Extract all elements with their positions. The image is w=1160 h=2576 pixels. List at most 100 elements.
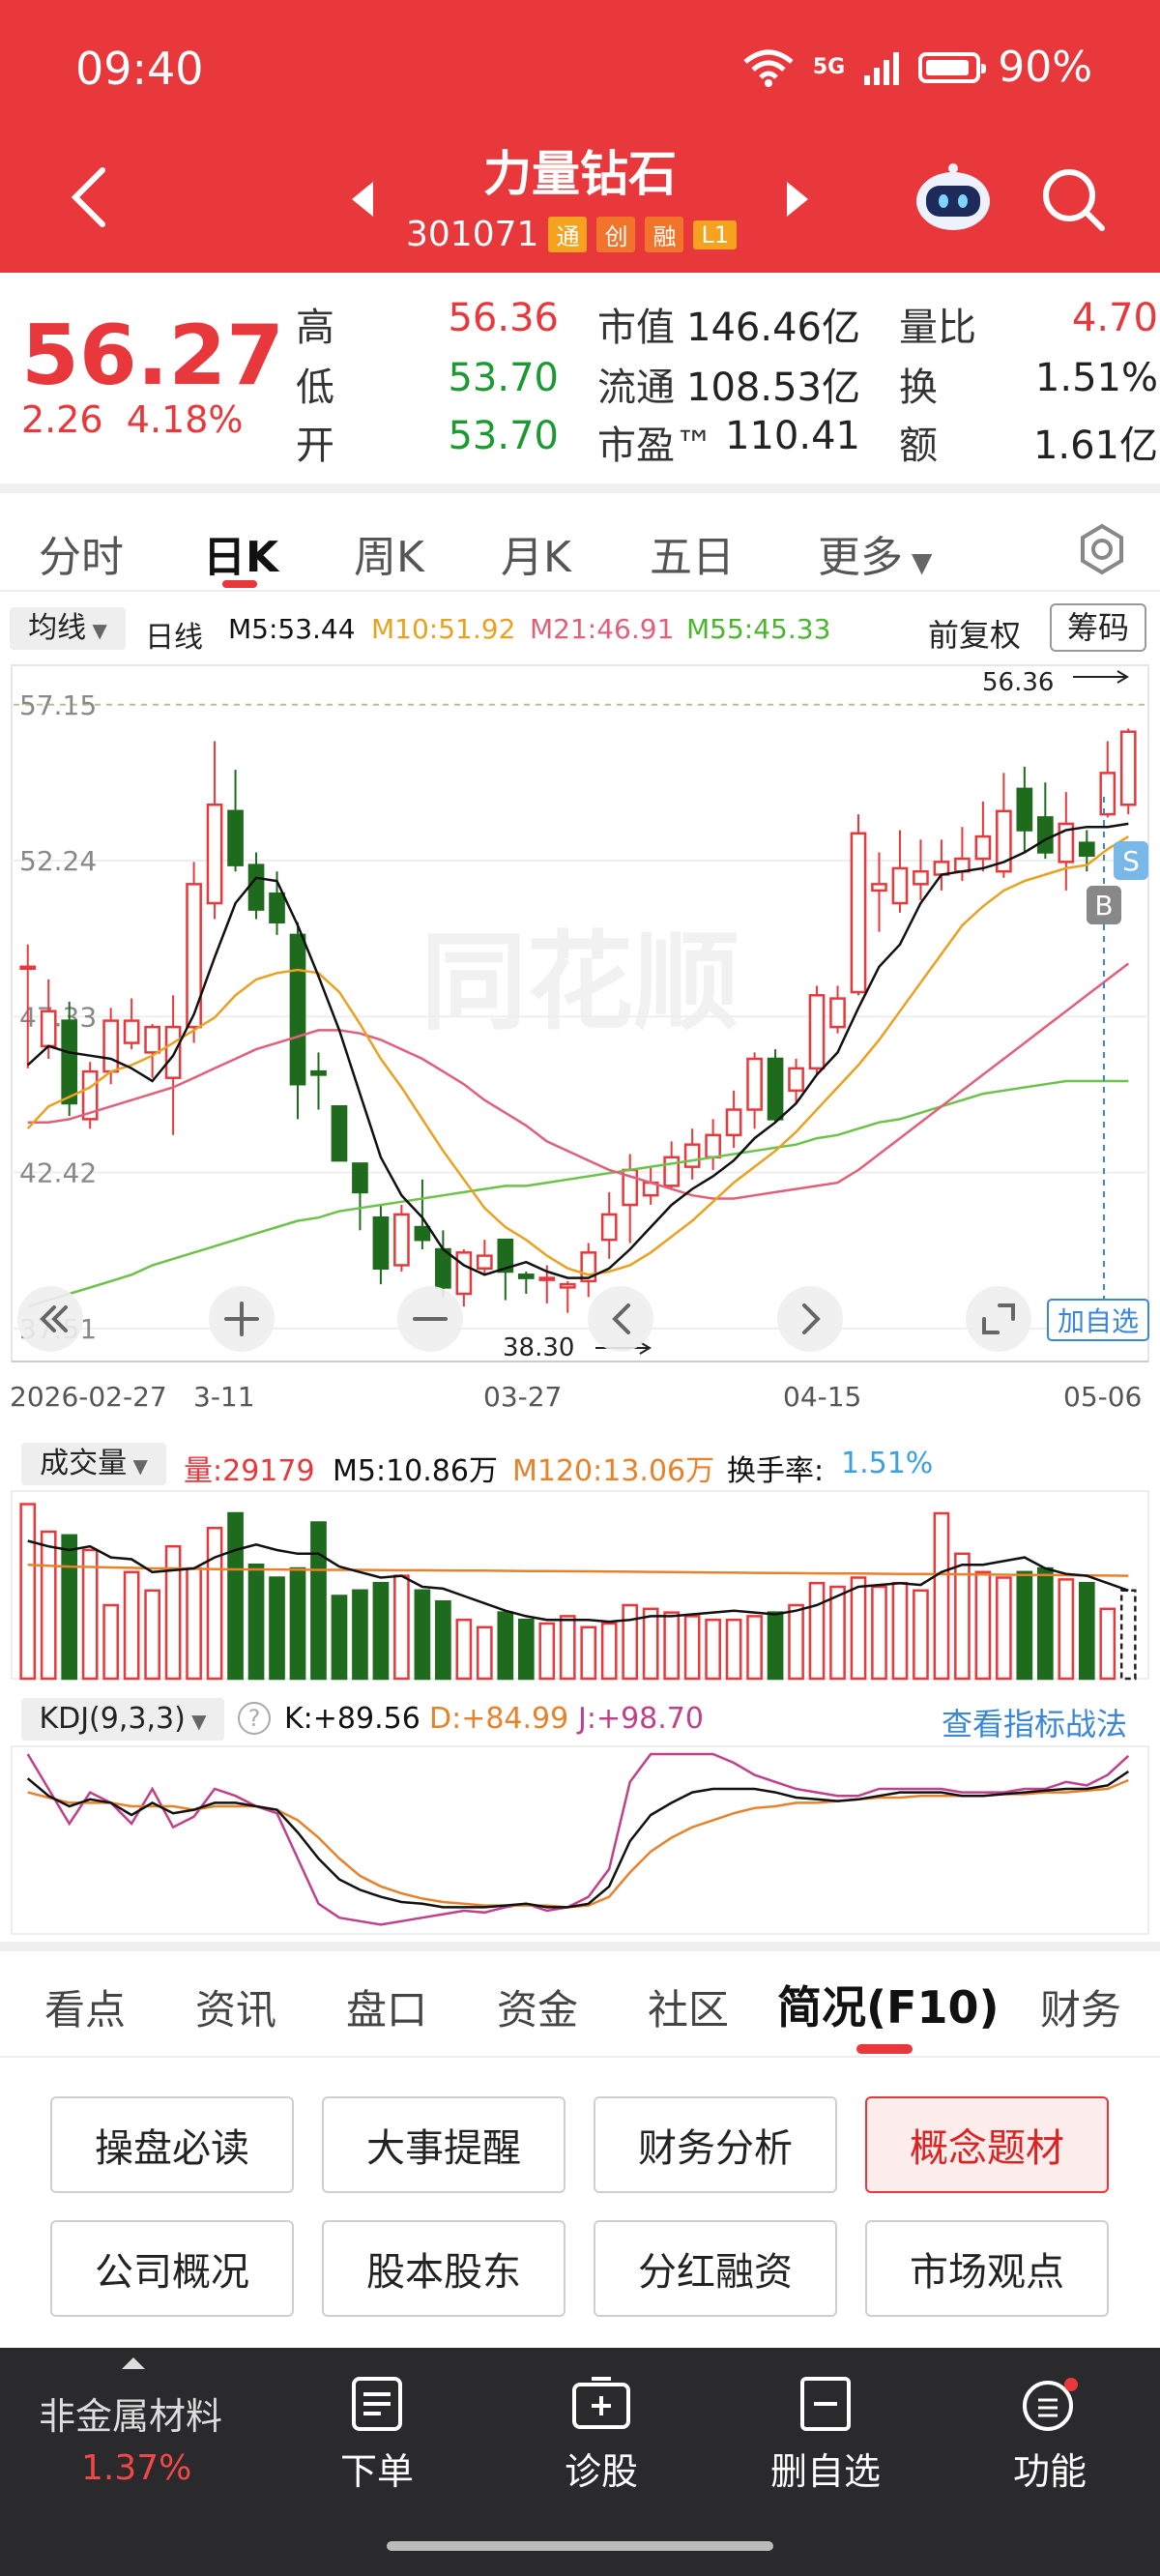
battery-icon xyxy=(918,51,987,83)
candle-body xyxy=(559,1282,576,1289)
help-icon[interactable]: ? xyxy=(238,1702,271,1735)
volume-bar xyxy=(913,1589,929,1681)
quote-label: 额 xyxy=(899,424,938,468)
fullscreen-icon[interactable] xyxy=(966,1286,1031,1352)
tab-community[interactable]: 社区 xyxy=(648,1977,729,2036)
candle-body xyxy=(455,1251,473,1296)
tab-timeshare[interactable]: 分时 xyxy=(39,522,124,584)
add-watchlist-label: 加自选 xyxy=(1058,1305,1139,1337)
scroll-right-icon[interactable] xyxy=(777,1286,843,1352)
sector-change: 1.37% xyxy=(81,2448,192,2488)
remove-watchlist-button[interactable]: 删自选 xyxy=(758,2375,893,2495)
caret-up-icon xyxy=(122,2357,145,2369)
f10-financial-analysis-button[interactable]: 财务分析 xyxy=(594,2096,837,2193)
volume-bar xyxy=(102,1603,120,1681)
diagnose-label: 诊股 xyxy=(564,2450,638,2493)
f10-events-button[interactable]: 大事提醒 xyxy=(322,2096,566,2193)
f10-trading-guide-button[interactable]: 操盘必读 xyxy=(50,2096,294,2193)
candle-body xyxy=(331,1104,348,1162)
ma-selector[interactable]: 均线 ▼ xyxy=(10,607,126,650)
quote-value: 1.61亿 xyxy=(1032,424,1158,468)
candle xyxy=(289,922,306,1120)
candle-body xyxy=(517,1273,535,1279)
volume-bar xyxy=(767,1611,784,1681)
search-icon[interactable] xyxy=(1038,164,1108,234)
f10-dividends-button[interactable]: 分红融资 xyxy=(594,2220,837,2317)
x-axis-label: 05-06 xyxy=(1063,1381,1142,1413)
fast-back-icon[interactable] xyxy=(17,1286,83,1352)
candle xyxy=(767,1049,784,1123)
home-indicator[interactable] xyxy=(387,2541,773,2551)
volume-bar xyxy=(497,1611,514,1681)
volume-bar xyxy=(559,1615,576,1681)
tab-f10-profile[interactable]: 简况(F10) xyxy=(777,1973,999,2036)
tab-highlights[interactable]: 看点 xyxy=(44,1977,126,2036)
price-chart[interactable]: 同花顺57.1552.2447.3342.4237.5156.3638.30SB… xyxy=(0,661,1160,1435)
volume-selector[interactable]: 成交量 ▼ xyxy=(21,1443,166,1485)
quote-value: 53.70 xyxy=(448,356,559,400)
f10-concepts-button[interactable]: 概念题材 xyxy=(865,2096,1109,2193)
candle-body xyxy=(1119,730,1137,806)
stock-code: 301071 xyxy=(406,215,539,254)
volume-bar xyxy=(123,1570,140,1681)
kdj-chart[interactable] xyxy=(0,1744,1160,1938)
candle-body xyxy=(186,883,202,1029)
quote-label: 流通 xyxy=(597,366,675,410)
candle-body xyxy=(352,1162,368,1194)
tab-daily-k[interactable]: 日K xyxy=(203,522,278,584)
diagnose-button[interactable]: 诊股 xyxy=(534,2375,669,2495)
adjust-label[interactable]: 前复权 xyxy=(928,611,1021,656)
tab-orderbook[interactable]: 盘口 xyxy=(346,1977,427,2036)
change-value: 2.26 xyxy=(21,398,103,441)
candle xyxy=(352,1162,368,1231)
candle-body xyxy=(891,866,909,905)
volume-chart[interactable] xyxy=(0,1489,1160,1683)
tab-monthly-k[interactable]: 月K xyxy=(501,522,571,584)
tab-news[interactable]: 资讯 xyxy=(195,1977,276,2036)
candle-body xyxy=(19,965,37,970)
candle-body xyxy=(663,1156,681,1187)
robot-assistant-icon[interactable] xyxy=(913,162,994,234)
volume-bar xyxy=(871,1585,887,1681)
tab-more[interactable]: 更多 ▼ xyxy=(818,522,932,584)
volume-bar xyxy=(393,1574,410,1681)
quote-label: 换 xyxy=(899,366,938,410)
divider xyxy=(0,1942,1160,1951)
order-button[interactable]: 下单 xyxy=(309,2375,445,2495)
tab-five-day[interactable]: 五日 xyxy=(650,522,735,584)
kdj-selector[interactable]: KDJ(9,3,3) ▼ xyxy=(21,1698,224,1741)
zoom-out-icon[interactable] xyxy=(397,1286,463,1352)
candle xyxy=(1036,782,1054,860)
f10-market-views-button[interactable]: 市场观点 xyxy=(865,2220,1109,2317)
functions-button[interactable]: 功能 xyxy=(982,2375,1117,2495)
f10-shareholders-button[interactable]: 股本股东 xyxy=(322,2220,566,2317)
chevron-down-icon: ▼ xyxy=(86,619,107,642)
tab-weekly-k[interactable]: 周K xyxy=(354,522,424,584)
settings-icon[interactable] xyxy=(1075,522,1129,576)
add-watchlist-button[interactable]: 加自选 xyxy=(1047,1299,1149,1341)
tab-finance[interactable]: 财务 xyxy=(1040,1977,1121,2036)
volume-bar xyxy=(663,1611,681,1681)
f10-company-overview-button[interactable]: 公司概况 xyxy=(50,2220,294,2317)
candle xyxy=(1119,728,1137,815)
candle-body xyxy=(164,1025,182,1079)
ma21-label: M21:46.91 xyxy=(530,613,675,645)
volume-bar xyxy=(331,1595,348,1681)
indicator-strategy-link[interactable]: 查看指标战法 xyxy=(942,1700,1127,1744)
candle-body xyxy=(61,1019,78,1105)
candle-body xyxy=(40,1010,57,1048)
candle-body xyxy=(476,1254,493,1270)
sector-name[interactable]: 非金属材料 xyxy=(39,2386,222,2440)
chips-button[interactable]: 筹码 xyxy=(1050,603,1146,652)
candle-body xyxy=(850,832,867,994)
zoom-in-icon[interactable] xyxy=(209,1286,275,1352)
chevron-down-icon: ▼ xyxy=(185,1710,207,1733)
scroll-left-icon[interactable] xyxy=(588,1286,653,1352)
wifi-icon xyxy=(743,49,794,87)
y-axis-label: 57.15 xyxy=(19,689,97,721)
ma-selector-label: 均线 xyxy=(28,611,87,645)
tag-rong: 融 xyxy=(645,217,684,252)
volume-bar xyxy=(891,1581,909,1681)
tab-capital[interactable]: 资金 xyxy=(497,1977,578,2036)
candle-body xyxy=(1016,787,1033,832)
